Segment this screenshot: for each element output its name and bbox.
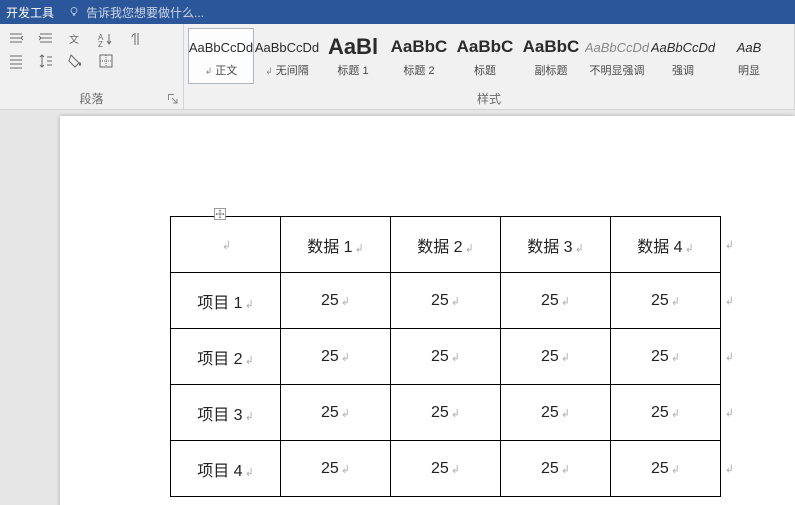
style-sample: AaBbCcDd [189, 33, 253, 61]
row-end-mark-icon: ↲ [725, 294, 734, 307]
row-end-mark-icon: ↲ [725, 350, 734, 363]
style-name: ↲ 正文 [189, 62, 253, 78]
style-sample: AaBbCcDd [585, 33, 649, 61]
table-header-row: ↲数据 1↲数据 2↲数据 3↲数据 4↲↲ [171, 217, 721, 273]
row-end-mark-icon: ↲ [725, 462, 734, 475]
style-name: ↲ 无间隔 [255, 62, 319, 78]
data-cell[interactable]: 25↲ [281, 441, 391, 497]
style-name: 副标题 [519, 62, 583, 78]
table-row: 项目 2↲25↲25↲25↲25↲↲ [171, 329, 721, 385]
style-gallery[interactable]: AaBbCcDd↲ 正文AaBbCcDd↲ 无间隔AaBl标题 1AaBbC标题… [188, 28, 790, 86]
table-header-cell[interactable]: 数据 2↲ [391, 217, 501, 273]
style-item-4[interactable]: AaBbC标题 [452, 28, 518, 84]
group-label-paragraph: 段落 [0, 90, 183, 107]
data-cell[interactable]: 25↲ [391, 385, 501, 441]
style-sample: AaBbCcDd [255, 33, 319, 61]
table-header-cell[interactable]: 数据 3↲ [501, 217, 611, 273]
row-label-cell[interactable]: 项目 1↲ [171, 273, 281, 329]
style-name: 标题 [453, 62, 517, 78]
data-cell[interactable]: 25↲ [501, 273, 611, 329]
row-label-cell[interactable]: 项目 4↲ [171, 441, 281, 497]
line-spacing-button[interactable] [36, 52, 56, 70]
style-sample: AaBl [321, 33, 385, 61]
svg-text:文: 文 [69, 33, 79, 46]
tell-me-search[interactable]: 告诉我您想要做什么... [68, 4, 204, 21]
style-sample: AaBbC [519, 33, 583, 61]
style-name: 不明显强调 [585, 62, 649, 78]
data-cell[interactable]: 25↲ [501, 385, 611, 441]
page: ↲数据 1↲数据 2↲数据 3↲数据 4↲↲项目 1↲25↲25↲25↲25↲↲… [60, 116, 795, 505]
row-end-mark-icon: ↲ [725, 238, 734, 251]
data-cell[interactable]: 25↲ [281, 273, 391, 329]
table-header-cell[interactable]: 数据 4↲↲ [611, 217, 721, 273]
decrease-indent-button[interactable] [6, 30, 26, 48]
shading-button[interactable] [66, 52, 86, 70]
row-label-cell[interactable]: 项目 2↲ [171, 329, 281, 385]
style-sample: AaBbC [387, 33, 451, 61]
table-header-cell[interactable]: 数据 1↲ [281, 217, 391, 273]
tell-me-placeholder: 告诉我您想要做什么... [86, 4, 204, 21]
ribbon-group-styles: AaBbCcDd↲ 正文AaBbCcDd↲ 无间隔AaBl标题 1AaBbC标题… [184, 24, 795, 109]
row-label-cell[interactable]: 项目 3↲ [171, 385, 281, 441]
data-cell[interactable]: 25↲↲ [611, 329, 721, 385]
svg-text:Z: Z [98, 40, 103, 47]
style-name: 标题 2 [387, 62, 451, 78]
data-cell[interactable]: 25↲ [391, 441, 501, 497]
data-cell[interactable]: 25↲ [391, 273, 501, 329]
style-item-1[interactable]: AaBbCcDd↲ 无间隔 [254, 28, 320, 84]
style-item-6[interactable]: AaBbCcDd不明显强调 [584, 28, 650, 84]
style-item-5[interactable]: AaBbC副标题 [518, 28, 584, 84]
asian-layout-button[interactable]: 文 [66, 30, 86, 48]
style-item-8[interactable]: AaB明显 [716, 28, 782, 84]
ribbon-tab-devtools[interactable]: 开发工具 [6, 4, 54, 21]
style-name: 强调 [651, 62, 715, 78]
data-cell[interactable]: 25↲ [281, 385, 391, 441]
data-cell[interactable]: 25↲↲ [611, 273, 721, 329]
title-bar: 开发工具 告诉我您想要做什么... [0, 0, 795, 24]
style-item-2[interactable]: AaBl标题 1 [320, 28, 386, 84]
row-end-mark-icon: ↲ [725, 406, 734, 419]
style-sample: AaB [717, 33, 781, 61]
style-name: 标题 1 [321, 62, 385, 78]
style-sample: AaBbC [453, 33, 517, 61]
style-item-3[interactable]: AaBbC标题 2 [386, 28, 452, 84]
show-marks-button[interactable] [126, 30, 146, 48]
data-cell[interactable]: 25↲ [501, 441, 611, 497]
style-name: 明显 [717, 62, 781, 78]
sort-button[interactable]: AZ [96, 30, 116, 48]
align-distribute-button[interactable] [6, 52, 26, 70]
paragraph-dialog-launcher-icon[interactable] [166, 92, 180, 106]
document-area[interactable]: ↲数据 1↲数据 2↲数据 3↲数据 4↲↲项目 1↲25↲25↲25↲25↲↲… [0, 110, 795, 505]
ribbon-group-paragraph: 文 AZ 段落 [0, 24, 184, 109]
lightbulb-icon [68, 6, 80, 18]
table-row: 项目 1↲25↲25↲25↲25↲↲ [171, 273, 721, 329]
data-cell[interactable]: 25↲↲ [611, 385, 721, 441]
table-corner-cell[interactable]: ↲ [171, 217, 281, 273]
data-cell[interactable]: 25↲ [281, 329, 391, 385]
style-item-0[interactable]: AaBbCcDd↲ 正文 [188, 28, 254, 84]
data-table[interactable]: ↲数据 1↲数据 2↲数据 3↲数据 4↲↲项目 1↲25↲25↲25↲25↲↲… [170, 216, 721, 497]
data-cell[interactable]: 25↲ [501, 329, 611, 385]
ribbon: 文 AZ 段落 AaBbCcDd↲ 正文AaBbCcDd↲ 无间隔AaBl标题 … [0, 24, 795, 110]
data-cell[interactable]: 25↲↲ [611, 441, 721, 497]
increase-indent-button[interactable] [36, 30, 56, 48]
borders-button[interactable] [96, 52, 116, 70]
group-label-styles: 样式 [184, 90, 794, 107]
table-row: 项目 3↲25↲25↲25↲25↲↲ [171, 385, 721, 441]
table-row: 项目 4↲25↲25↲25↲25↲↲ [171, 441, 721, 497]
data-cell[interactable]: 25↲ [391, 329, 501, 385]
style-sample: AaBbCcDd [651, 33, 715, 61]
style-item-7[interactable]: AaBbCcDd强调 [650, 28, 716, 84]
